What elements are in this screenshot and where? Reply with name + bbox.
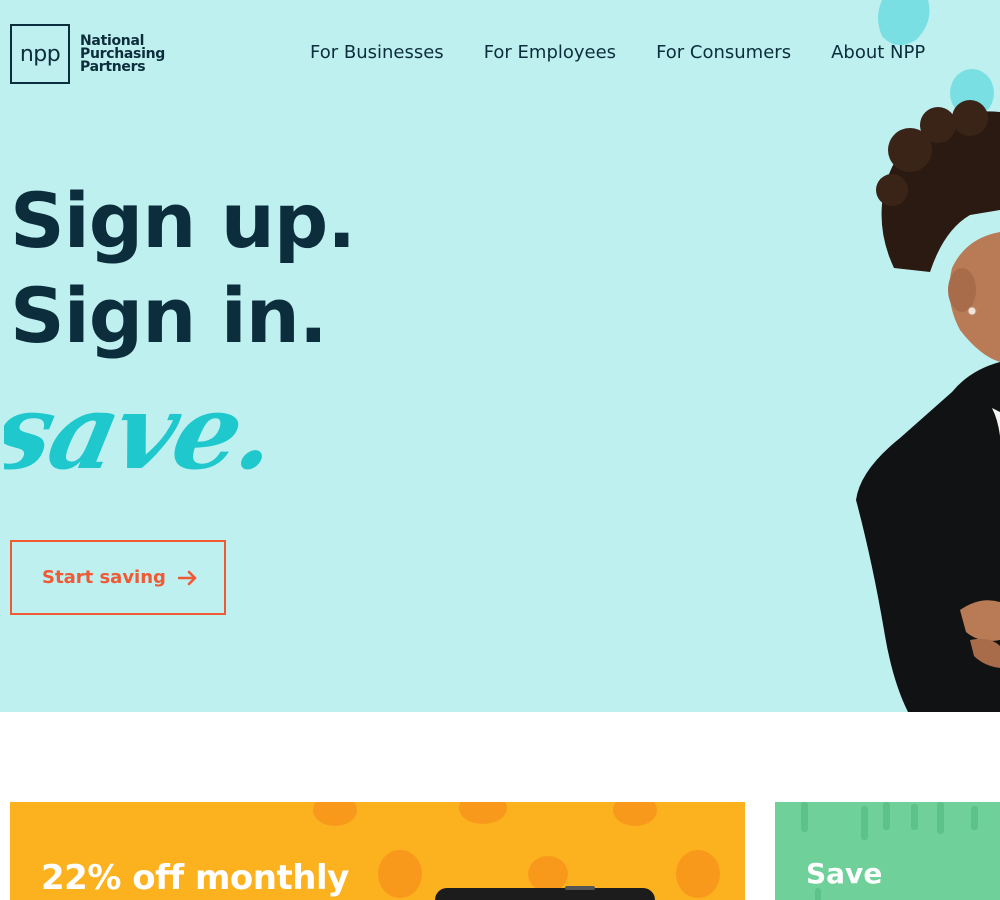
nav-for-businesses[interactable]: For Businesses: [310, 42, 444, 63]
teal-blob-top: [878, 0, 930, 46]
arrow-right-icon: [177, 570, 197, 585]
woman-photo: [856, 0, 1000, 712]
start-saving-button[interactable]: Start saving: [10, 540, 226, 615]
script-save-text: save.: [4, 370, 287, 490]
promo-card-orange-title: 22% off monthly: [41, 858, 349, 898]
nav-for-employees[interactable]: For Employees: [484, 42, 616, 63]
earring: [967, 306, 977, 316]
script-save-word: save.: [4, 370, 287, 490]
promo-card-green-title: Save: [806, 857, 883, 890]
promo-card-orange[interactable]: 22% off monthly: [10, 802, 745, 900]
headline-sign-in: Sign in.: [10, 271, 328, 360]
headline-sign-up: Sign up.: [10, 176, 356, 265]
phone-top: [435, 888, 655, 900]
nav-for-consumers[interactable]: For Consumers: [656, 42, 791, 63]
promo-card-green[interactable]: Save: [775, 802, 1000, 900]
logo-word-3: Partners: [80, 58, 146, 75]
logo-mark: npp: [10, 24, 70, 84]
logo-wordmark: National Purchasing Partners: [80, 34, 165, 75]
npp-logo[interactable]: npp National Purchasing Partners: [10, 24, 165, 84]
start-saving-label: Start saving: [42, 567, 166, 588]
hero-section: npp National Purchasing Partners For Bus…: [0, 0, 1000, 712]
